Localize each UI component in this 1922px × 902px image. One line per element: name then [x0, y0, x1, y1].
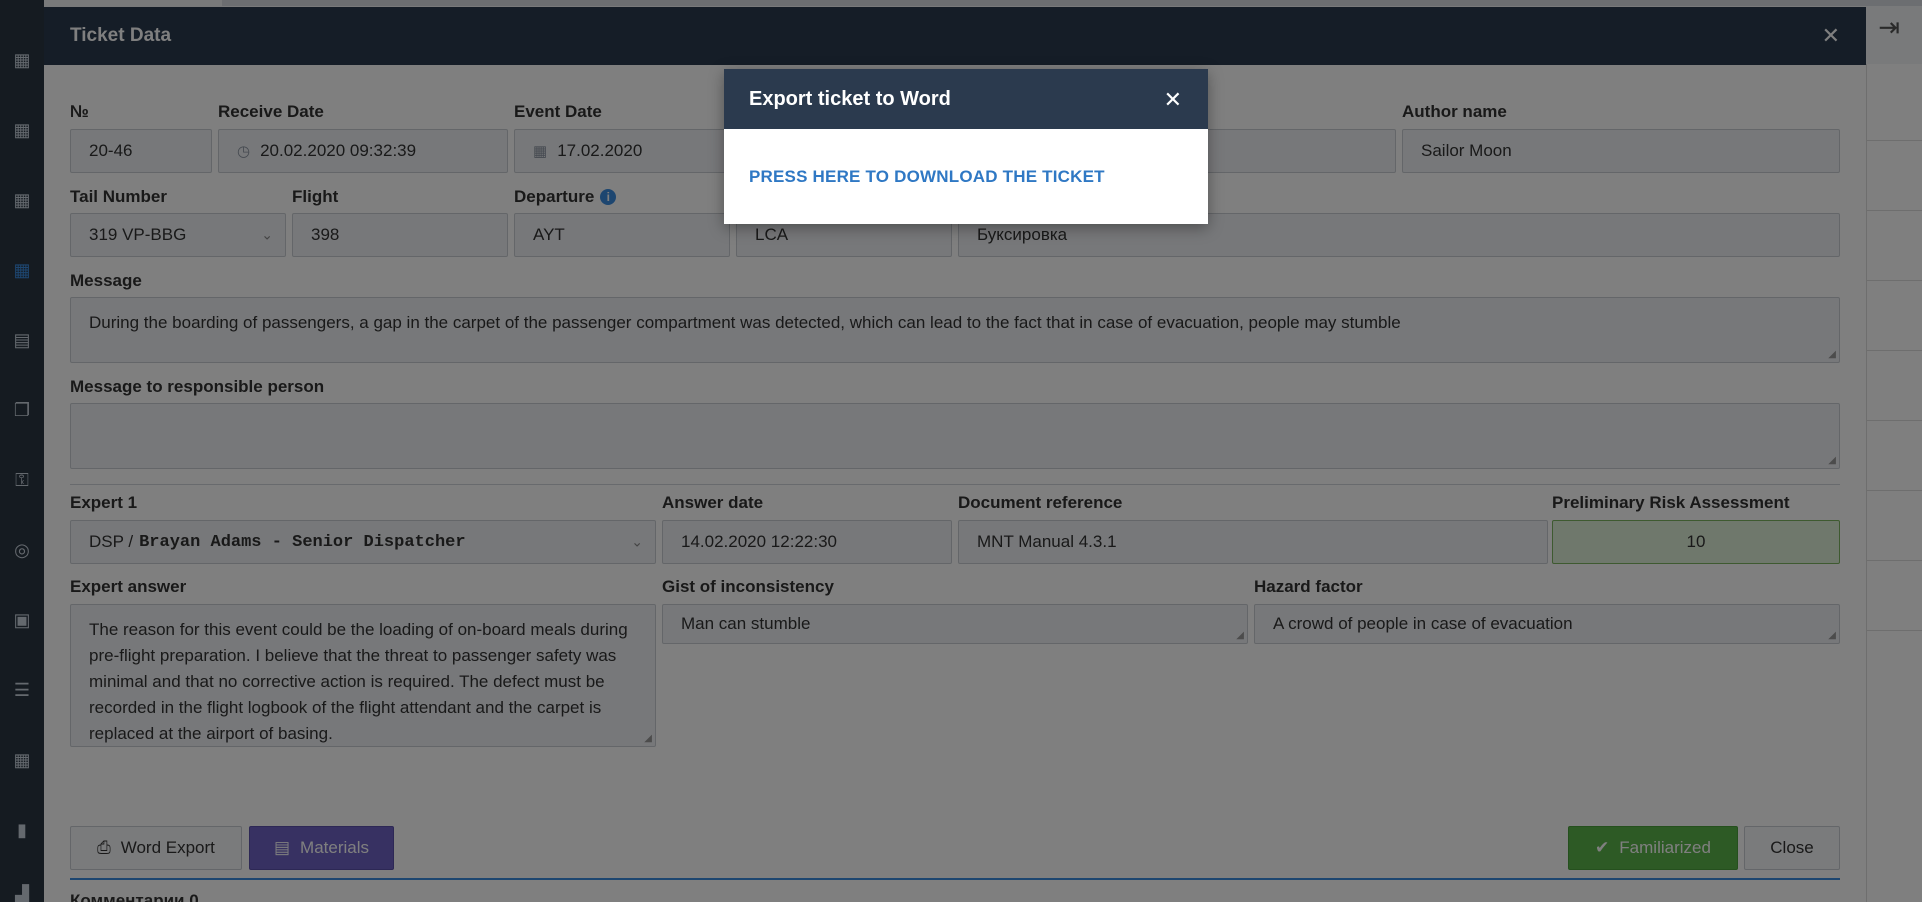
close-icon[interactable]: ✕	[1164, 87, 1182, 113]
export-dialog-body: PRESS HERE TO DOWNLOAD THE TICKET	[724, 129, 1208, 225]
export-dialog-header: Export ticket to Word ✕	[724, 69, 1208, 129]
export-dialog-title: Export ticket to Word	[749, 87, 951, 110]
export-dialog: Export ticket to Word ✕ PRESS HERE TO DO…	[724, 69, 1208, 224]
download-ticket-link[interactable]: PRESS HERE TO DOWNLOAD THE TICKET	[749, 167, 1105, 186]
